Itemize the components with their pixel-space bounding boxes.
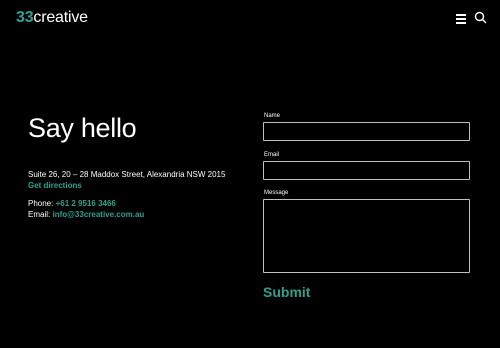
email-field[interactable] [263, 161, 470, 180]
submit-button[interactable]: Submit [263, 283, 310, 301]
message-label: Message [264, 190, 289, 196]
name-label: Name [264, 113, 281, 119]
logo-word: creative [33, 9, 88, 26]
phone-label: Phone: [28, 199, 54, 208]
logo[interactable]: 33creative [16, 8, 88, 28]
search-icon[interactable] [474, 11, 487, 24]
get-directions-link[interactable]: Get directions [28, 181, 82, 190]
email-label: Email: [28, 210, 51, 219]
address-text: Suite 26, 20 – 28 Maddox Street, Alexand… [28, 170, 226, 179]
hamburger-icon[interactable] [456, 13, 466, 24]
logo-number: 33 [16, 9, 34, 26]
email-field-label: Email [264, 152, 280, 158]
phone-link[interactable]: +61 2 9516 3466 [56, 199, 116, 208]
page-title: Say hello [28, 113, 137, 143]
name-field[interactable] [263, 122, 470, 141]
email-line: Email: info@33creative.com.au [28, 210, 144, 220]
email-link[interactable]: info@33creative.com.au [52, 210, 144, 219]
message-field[interactable] [263, 199, 470, 273]
phone-line: Phone: +61 2 9516 3466 [28, 199, 116, 209]
